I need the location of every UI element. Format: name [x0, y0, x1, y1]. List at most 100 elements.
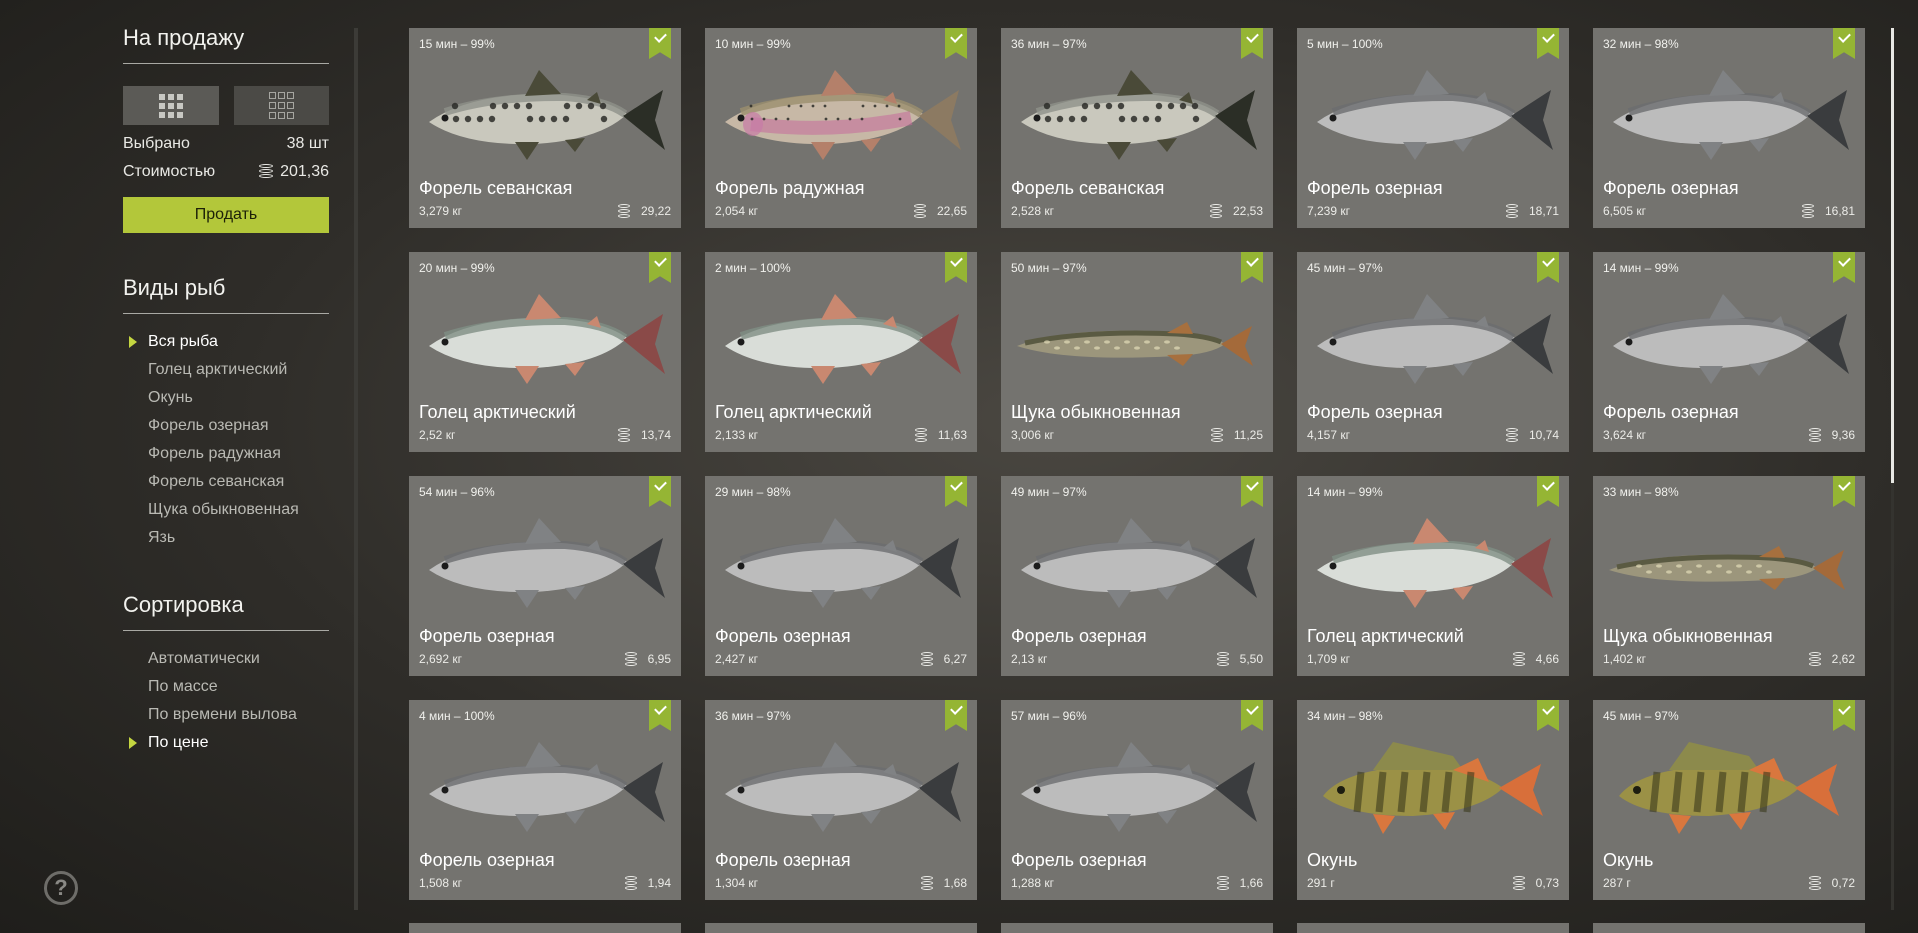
fish-card[interactable]: 45 мин – 97% Окунь 287 г 0,72 [1593, 700, 1865, 900]
selected-check-icon[interactable] [649, 28, 671, 59]
fish-name: Форель севанская [1011, 178, 1165, 198]
sort-option-item[interactable]: По массе [123, 673, 329, 701]
selected-check-icon[interactable] [945, 28, 967, 59]
selected-check-icon[interactable] [1833, 476, 1855, 507]
fish-card[interactable]: 57 мин – 96% Форель озерная 1,288 кг 1,66 [1001, 700, 1273, 900]
fish-type-item[interactable]: Форель севанская [123, 468, 329, 496]
catch-time-quality: 57 мин – 96% [1011, 709, 1087, 723]
catch-time-quality: 33 мин – 98% [1603, 485, 1679, 499]
selected-check-icon[interactable] [1537, 700, 1559, 731]
selected-check-icon[interactable] [649, 252, 671, 283]
fish-type-item[interactable]: Окунь [123, 384, 329, 412]
fish-weight: 1,402 кг [1603, 652, 1646, 666]
fish-price-value: 0,73 [1535, 876, 1559, 890]
sell-button[interactable]: Продать [123, 197, 329, 233]
coin-icon [920, 652, 934, 666]
fish-card[interactable]: 14 мин – 99% Голец арктический 1,709 кг 4,6… [1297, 476, 1569, 676]
selected-check-icon[interactable] [1537, 252, 1559, 283]
selected-check-icon[interactable] [649, 700, 671, 731]
fish-card[interactable]: 29 мин – 98% Форель озерная 2,427 кг 6,27 [705, 476, 977, 676]
fish-card[interactable]: 49 мин – 97% Форель озерная 2,13 кг 5,50 [1001, 476, 1273, 676]
selected-check-icon[interactable] [1537, 476, 1559, 507]
selected-check-icon[interactable] [1241, 700, 1263, 731]
selected-check-icon[interactable] [1833, 252, 1855, 283]
fish-name: Окунь [1307, 850, 1358, 870]
partial-card[interactable] [1593, 923, 1865, 933]
catch-time-quality: 45 мин – 97% [1603, 709, 1679, 723]
fish-type-item[interactable]: Форель озерная [123, 412, 329, 440]
fish-price: 1,94 [624, 876, 671, 890]
selected-check-icon[interactable] [945, 476, 967, 507]
fish-card[interactable]: 36 мин – 97% Форель севанская 2,528 кг 22,5… [1001, 28, 1273, 228]
cost-label: Стоимостью [123, 163, 216, 180]
coin-icon [1209, 204, 1223, 218]
fish-price-value: 11,63 [937, 428, 967, 442]
catch-time-quality: 4 мин – 100% [419, 709, 495, 723]
fish-name: Щука обыкновенная [1603, 626, 1773, 646]
fish-pike-image [1007, 288, 1267, 392]
fish-weight: 291 г [1307, 876, 1335, 890]
coin-icon [624, 652, 638, 666]
fish-weight: 2,52 кг [419, 428, 456, 442]
small-grid-view-button[interactable] [233, 86, 329, 125]
fish-lake-image [1303, 64, 1563, 168]
scrollbar-thumb[interactable] [1891, 28, 1894, 483]
fish-weight: 287 г [1603, 876, 1631, 890]
fish-card[interactable]: 36 мин – 97% Форель озерная 1,304 кг 1,68 [705, 700, 977, 900]
selected-check-icon[interactable] [945, 252, 967, 283]
selected-check-icon[interactable] [649, 476, 671, 507]
fish-char-image [415, 288, 675, 392]
fish-card[interactable]: 2 мин – 100% Голец арктический 2,133 кг 11,… [705, 252, 977, 452]
selected-check-icon[interactable] [1833, 700, 1855, 731]
catch-time-quality: 15 мин – 99% [419, 37, 495, 51]
fish-weight: 7,239 кг [1307, 204, 1350, 218]
fish-card[interactable]: 20 мин – 99% Голец арктический 2,52 кг 13,7… [409, 252, 681, 452]
fish-price-value: 22,53 [1232, 204, 1263, 218]
selected-check-icon[interactable] [1241, 476, 1263, 507]
fish-card[interactable]: 33 мин – 98% Щука обыкновенная 1,402 кг 2,6… [1593, 476, 1865, 676]
fish-card[interactable]: 4 мин – 100% Форель озерная 1,508 кг 1,94 [409, 700, 681, 900]
fish-card[interactable]: 14 мин – 99% Форель озерная 3,624 кг 9,36 [1593, 252, 1865, 452]
fish-price: 6,27 [920, 652, 967, 666]
coin-icon [913, 204, 927, 218]
fish-card[interactable]: 34 мин – 98% Окунь 291 г 0,73 [1297, 700, 1569, 900]
partial-card[interactable] [1297, 923, 1569, 933]
selected-check-icon[interactable] [1537, 28, 1559, 59]
fish-lake-image [711, 736, 971, 840]
fish-type-item[interactable]: Форель радужная [123, 440, 329, 468]
fish-card[interactable]: 32 мин – 98% Форель озерная 6,505 кг 16,81 [1593, 28, 1865, 228]
fish-type-item[interactable]: Голец арктический [123, 356, 329, 384]
fish-card[interactable]: 50 мин – 97% Щука обыкновенная 3,006 кг 11,… [1001, 252, 1273, 452]
fish-perch-image [1599, 736, 1859, 840]
sort-option-item[interactable]: По времени вылова [123, 701, 329, 729]
fish-lake-image [711, 512, 971, 616]
fish-type-item[interactable]: Вся рыба [123, 328, 329, 356]
sort-option-item[interactable]: По цене [123, 729, 329, 757]
partial-card[interactable] [409, 923, 681, 933]
fish-card[interactable]: 10 мин – 99% Форель радужная 2,054 кг 22,65 [705, 28, 977, 228]
fish-card[interactable]: 45 мин – 97% Форель озерная 4,157 кг 10,74 [1297, 252, 1569, 452]
fish-card[interactable]: 15 мин – 99% Форель севанская 3,279 кг 29,2… [409, 28, 681, 228]
help-button[interactable]: ? [44, 871, 78, 905]
catch-time-quality: 49 мин – 97% [1011, 485, 1087, 499]
selected-check-icon[interactable] [945, 700, 967, 731]
selected-value: 38 шт [286, 135, 329, 152]
large-grid-view-button[interactable] [123, 86, 219, 125]
selected-check-icon[interactable] [1241, 252, 1263, 283]
fish-weight: 3,006 кг [1011, 428, 1054, 442]
selected-check-icon[interactable] [1241, 28, 1263, 59]
fish-price: 6,95 [624, 652, 671, 666]
catch-time-quality: 10 мин – 99% [715, 37, 791, 51]
coin-icon [617, 428, 631, 442]
fish-price: 11,25 [1210, 428, 1263, 442]
selected-check-icon[interactable] [1833, 28, 1855, 59]
sort-option-item[interactable]: Автоматически [123, 645, 329, 673]
fish-card[interactable]: 54 мин – 96% Форель озерная 2,692 кг 6,95 [409, 476, 681, 676]
fish-type-item[interactable]: Язь [123, 524, 329, 552]
partial-card[interactable] [1001, 923, 1273, 933]
fish-card[interactable]: 5 мин – 100% Форель озерная 7,239 кг 18,71 [1297, 28, 1569, 228]
partial-card[interactable] [705, 923, 977, 933]
fish-type-item[interactable]: Щука обыкновенная [123, 496, 329, 524]
fish-name: Форель озерная [715, 850, 851, 870]
fish-name: Форель озерная [419, 626, 555, 646]
